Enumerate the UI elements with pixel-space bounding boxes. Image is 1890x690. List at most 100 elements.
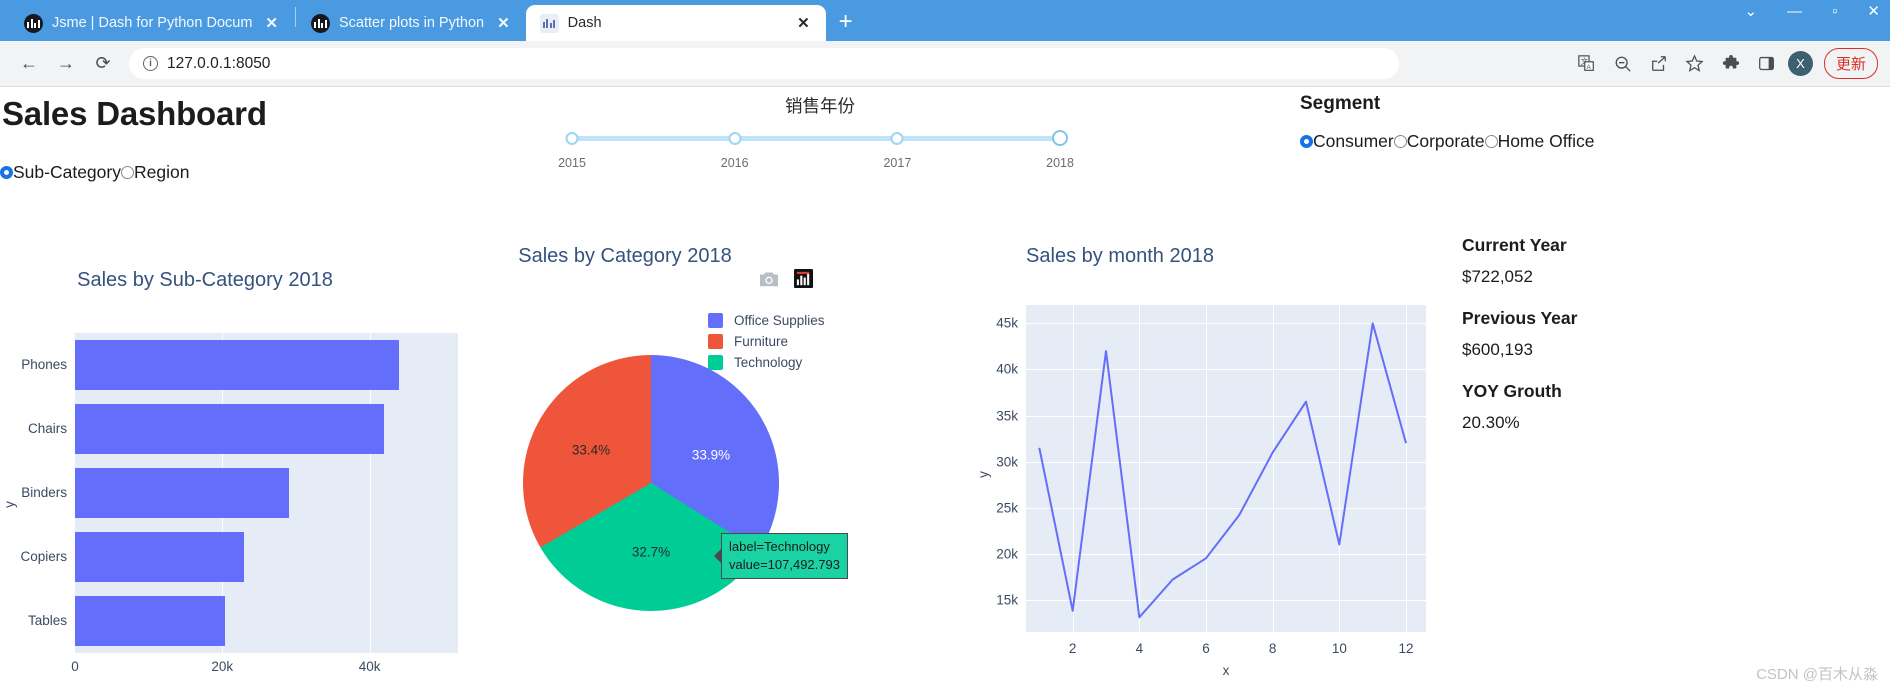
radio-label-consumer[interactable]: Consumer <box>1313 131 1394 152</box>
bar-fill[interactable] <box>75 532 245 582</box>
bar-y-axis-label: y <box>1 501 17 508</box>
radio-sub-category[interactable] <box>0 166 13 179</box>
radio-label-region[interactable]: Region <box>134 162 189 183</box>
pie-legend-item[interactable]: Office Supplies <box>708 313 825 328</box>
year-slider[interactable] <box>565 130 1069 150</box>
line-y-tick: 35k <box>996 408 1018 424</box>
slider-track[interactable] <box>572 136 1068 141</box>
slider-handle-2018[interactable] <box>1052 130 1069 146</box>
address-bar[interactable]: i 127.0.0.1:8050 <box>129 48 1399 79</box>
kpi-value: $722,052 <box>1462 267 1533 286</box>
close-icon[interactable]: ✕ <box>493 14 514 33</box>
year-slider-title: 销售年份 <box>785 96 855 116</box>
bar-fill[interactable] <box>75 468 289 518</box>
slider-tick-2017[interactable]: 2017 <box>883 156 911 170</box>
radio-corporate[interactable] <box>1393 135 1407 148</box>
bar-x-tick: 0 <box>71 659 79 674</box>
bar-category-label: Tables <box>27 613 67 629</box>
pie-legend-item[interactable]: Furniture <box>708 334 825 349</box>
kpi-label: Previous Year <box>1462 308 1578 328</box>
back-icon[interactable]: ← <box>12 47 46 81</box>
slider-tick-2016[interactable]: 2016 <box>721 156 749 170</box>
segment-radio-group[interactable]: Consumer Corporate Home Office <box>1300 131 1595 152</box>
pie-chart-title: Sales by Category 2018 <box>518 245 732 267</box>
bar-x-tick: 20k <box>211 659 234 674</box>
legend-swatch <box>708 334 723 349</box>
update-button[interactable]: 更新 <box>1823 48 1878 79</box>
line-y-tick: 25k <box>996 500 1018 516</box>
plotly-logo-icon[interactable] <box>794 269 813 293</box>
slider-tick-2015[interactable]: 2015 <box>558 156 586 170</box>
bar-category-label: Chairs <box>27 421 67 437</box>
avatar[interactable]: X <box>1787 51 1813 76</box>
bookmark-star-icon[interactable] <box>1680 49 1710 79</box>
line-x-tick: 12 <box>1398 641 1414 656</box>
line-plot-area[interactable]: 15k 20k 25k 30k 35k 40k 45k 2 4 6 8 10 12 <box>996 305 1426 656</box>
line-x-tick: 8 <box>1268 641 1277 656</box>
pie-wrap[interactable]: 33.9% 33.4% 32.7% label=Technology value… <box>523 355 848 611</box>
share-icon[interactable] <box>1644 49 1674 79</box>
zoom-out-icon[interactable] <box>1608 49 1638 79</box>
camera-icon[interactable] <box>758 270 780 293</box>
bar-plot-area[interactable]: Phones Chairs Binders Copiers Tables <box>20 333 458 653</box>
close-window-icon[interactable]: ✕ <box>1867 4 1880 19</box>
pie-tooltip: label=Technology value=107,492.793 <box>721 533 848 580</box>
watermark: CSDN @百木从淼 <box>1756 666 1878 683</box>
radio-region[interactable] <box>120 166 134 179</box>
translate-icon[interactable]: 文A <box>1572 49 1602 79</box>
pie-chart[interactable]: Sales by Category 2018 Office Supplies Fu… <box>480 245 900 685</box>
radio-label-corporate[interactable]: Corporate <box>1407 131 1485 152</box>
bar-fill[interactable] <box>75 596 226 646</box>
line-chart[interactable]: Sales by month 2018 15k 20k 25k 30k 35k 40k 45… <box>920 245 1440 690</box>
extensions-icon[interactable] <box>1716 49 1746 79</box>
tab-strip: Jsme | Dash for Python Documen ✕ Scatter… <box>0 0 1890 41</box>
dimension-radio-group[interactable]: Sub-Category Region <box>0 162 189 183</box>
slider-mark-2017[interactable] <box>890 131 904 145</box>
bar-x-tick: 40k <box>358 659 381 674</box>
reload-icon[interactable]: ⟳ <box>86 47 120 81</box>
bar-fill[interactable] <box>75 340 400 390</box>
close-icon[interactable]: ✕ <box>793 14 814 33</box>
bar-row[interactable]: Binders <box>21 468 458 518</box>
side-panel-icon[interactable] <box>1752 49 1782 79</box>
minimize-icon[interactable]: — <box>1787 4 1802 19</box>
radio-label-sub-category[interactable]: Sub-Category <box>13 162 121 183</box>
toolbar-actions: 文A X 更新 <box>1572 48 1878 79</box>
slider-mark-2015[interactable] <box>565 131 579 145</box>
tab-title: Scatter plots in Python <box>339 15 485 31</box>
bar-row[interactable]: Phones <box>21 340 458 390</box>
pie-pct-technology: 32.7% <box>631 544 671 560</box>
line-y-tick: 15k <box>996 592 1018 608</box>
radio-consumer[interactable] <box>1300 135 1313 148</box>
bar-chart[interactable]: Sales by Sub-Category 2018 Phones Chairs B… <box>0 269 530 690</box>
segment-heading: Segment <box>1300 93 1381 114</box>
bar-row[interactable]: Copiers <box>20 532 458 582</box>
kpi-block: Current Year $722,052 Previous Year $600… <box>1462 235 1577 454</box>
slider-mark-2016[interactable] <box>728 131 742 145</box>
forward-icon[interactable]: → <box>49 47 83 81</box>
maximize-icon[interactable]: ▫ <box>1832 4 1837 19</box>
site-info-icon[interactable]: i <box>143 56 158 71</box>
new-tab-button[interactable]: + <box>839 10 853 34</box>
close-icon[interactable]: ✕ <box>261 14 282 33</box>
plot-modebar[interactable] <box>758 269 813 293</box>
line-y-tick: 30k <box>996 454 1018 470</box>
bar-category-label: Binders <box>21 485 67 501</box>
tab-title: Jsme | Dash for Python Documen <box>52 15 253 31</box>
line-chart-title: Sales by month 2018 <box>1026 245 1214 267</box>
chevron-down-icon[interactable]: ⌄ <box>1745 4 1758 19</box>
radio-home-office[interactable] <box>1484 135 1498 148</box>
page-title: Sales Dashboard <box>2 95 267 132</box>
bar-row[interactable]: Tables <box>28 596 458 646</box>
slider-tick-2018[interactable]: 2018 <box>1046 156 1074 170</box>
kpi-value: $600,193 <box>1462 340 1533 359</box>
browser-tab-1[interactable]: Jsme | Dash for Python Documen ✕ <box>10 5 294 41</box>
bar-fill[interactable] <box>75 404 385 454</box>
browser-tab-3-active[interactable]: Dash ✕ <box>525 5 826 41</box>
bar-row[interactable]: Chairs <box>28 404 458 454</box>
line-x-tick: 6 <box>1202 641 1210 656</box>
kpi-yoy-growth: YOY Grouth 20.30% <box>1462 381 1577 433</box>
browser-tab-2[interactable]: Scatter plots in Python ✕ <box>297 5 526 41</box>
radio-label-home-office[interactable]: Home Office <box>1498 131 1595 152</box>
pie-pct-office-supplies: 33.9% <box>691 447 731 463</box>
